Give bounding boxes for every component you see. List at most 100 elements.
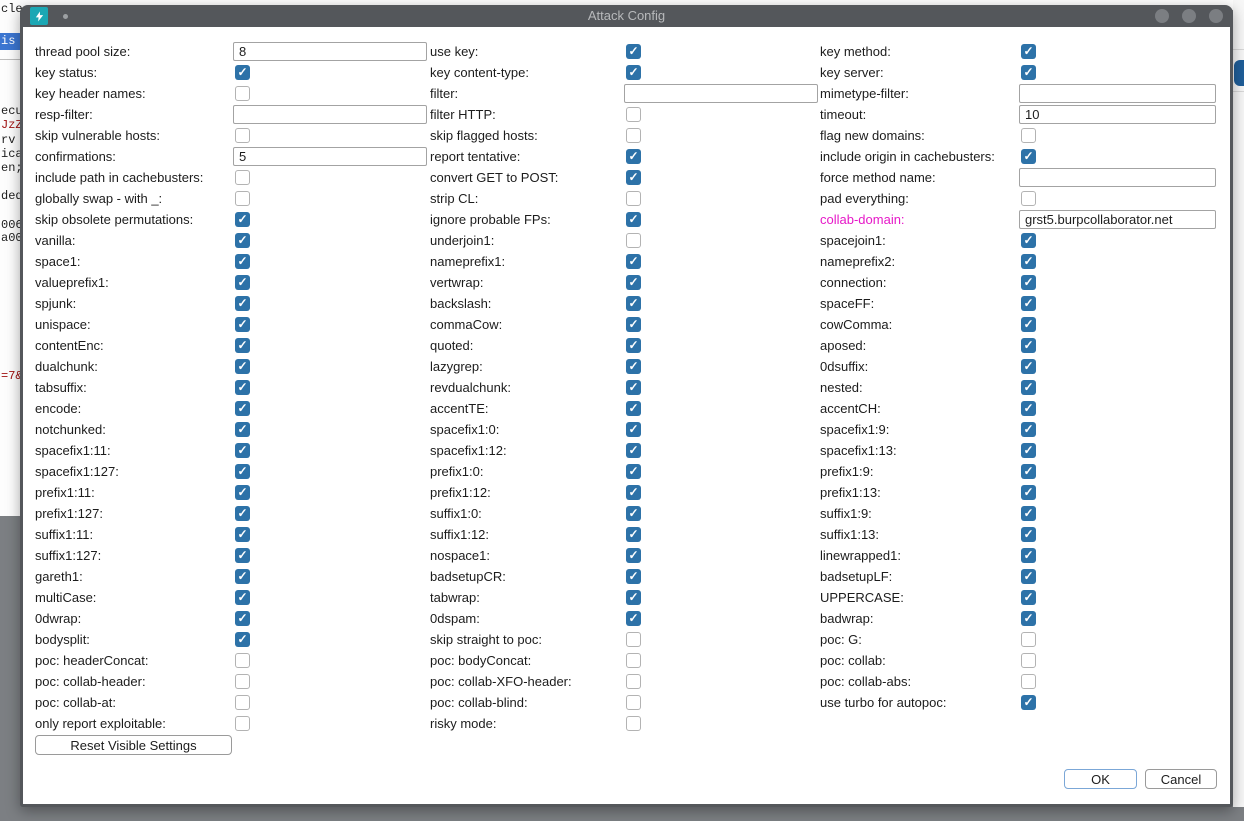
checkbox-0dspam[interactable]: ✓ [626,611,641,626]
checkbox-suffix1-11[interactable]: ✓ [235,527,250,542]
checkbox-poc-collab[interactable] [1021,653,1036,668]
checkbox-key-status[interactable]: ✓ [235,65,250,80]
checkbox-tabsuffix[interactable]: ✓ [235,380,250,395]
input-confirmations[interactable] [233,147,427,166]
checkbox-spacefix1-12[interactable]: ✓ [626,443,641,458]
reset-visible-settings-button[interactable]: Reset Visible Settings [35,735,232,755]
checkbox-spacefix1-127[interactable]: ✓ [235,464,250,479]
checkbox-nested[interactable]: ✓ [1021,380,1036,395]
checkbox-spaceff[interactable]: ✓ [1021,296,1036,311]
checkbox-prefix1-9[interactable]: ✓ [1021,464,1036,479]
checkbox-contentenc[interactable]: ✓ [235,338,250,353]
checkbox-suffix1-13[interactable]: ✓ [1021,527,1036,542]
checkbox-prefix1-11[interactable]: ✓ [235,485,250,500]
checkbox-cowcomma[interactable]: ✓ [1021,317,1036,332]
checkbox-skip-flagged-hosts[interactable] [626,128,641,143]
checkbox-use-turbo-for-autopoc[interactable]: ✓ [1021,695,1036,710]
checkbox-connection[interactable]: ✓ [1021,275,1036,290]
input-resp-filter[interactable] [233,105,427,124]
checkbox-0dsuffix[interactable]: ✓ [1021,359,1036,374]
checkbox-unispace[interactable]: ✓ [235,317,250,332]
checkbox-poc-collab-blind[interactable] [626,695,641,710]
checkbox-poc-collab-xfo-header[interactable] [626,674,641,689]
checkbox-linewrapped1[interactable]: ✓ [1021,548,1036,563]
checkbox-tabwrap[interactable]: ✓ [626,590,641,605]
checkbox-suffix1-12[interactable]: ✓ [626,527,641,542]
ok-button[interactable]: OK [1064,769,1137,789]
checkbox-risky-mode[interactable] [626,716,641,731]
checkbox-spjunk[interactable]: ✓ [235,296,250,311]
input-thread-pool-size[interactable] [233,42,427,61]
dialog-titlebar[interactable]: Attack Config [20,5,1233,27]
checkbox-poc-g[interactable] [1021,632,1036,647]
checkbox-strip-cl[interactable] [626,191,641,206]
input-filter[interactable] [624,84,818,103]
input-mimetype-filter[interactable] [1019,84,1216,103]
checkbox-poc-collab-abs[interactable] [1021,674,1036,689]
checkbox-key-header-names[interactable] [235,86,250,101]
checkbox-report-tentative[interactable]: ✓ [626,149,641,164]
checkbox-encode[interactable]: ✓ [235,401,250,416]
checkbox-poc-bodyconcat[interactable] [626,653,641,668]
checkbox-underjoin1[interactable] [626,233,641,248]
cancel-button[interactable]: Cancel [1145,769,1217,789]
checkbox-vertwrap[interactable]: ✓ [626,275,641,290]
checkbox-key-server[interactable]: ✓ [1021,65,1036,80]
checkbox-include-path-in-cachebusters[interactable] [235,170,250,185]
checkbox-valueprefix1[interactable]: ✓ [235,275,250,290]
checkbox-dualchunk[interactable]: ✓ [235,359,250,374]
checkbox-key-content-type[interactable]: ✓ [626,65,641,80]
checkbox-multicase[interactable]: ✓ [235,590,250,605]
checkbox-suffix1-127[interactable]: ✓ [235,548,250,563]
window-close-button[interactable] [1209,9,1223,23]
checkbox-nameprefix1[interactable]: ✓ [626,254,641,269]
checkbox-prefix1-12[interactable]: ✓ [626,485,641,500]
checkbox-backslash[interactable]: ✓ [626,296,641,311]
input-force-method-name[interactable] [1019,168,1216,187]
checkbox-badsetupcr[interactable]: ✓ [626,569,641,584]
checkbox-spacefix1-9[interactable]: ✓ [1021,422,1036,437]
checkbox-commacow[interactable]: ✓ [626,317,641,332]
checkbox-prefix1-13[interactable]: ✓ [1021,485,1036,500]
checkbox-filter-http[interactable] [626,107,641,122]
checkbox-uppercase[interactable]: ✓ [1021,590,1036,605]
checkbox-skip-obsolete-permutations[interactable]: ✓ [235,212,250,227]
checkbox-include-origin-in-cachebusters[interactable]: ✓ [1021,149,1036,164]
checkbox-nameprefix2[interactable]: ✓ [1021,254,1036,269]
checkbox-bodysplit[interactable]: ✓ [235,632,250,647]
window-maximize-button[interactable] [1182,9,1196,23]
checkbox-key-method[interactable]: ✓ [1021,44,1036,59]
checkbox-badsetuplf[interactable]: ✓ [1021,569,1036,584]
checkbox-prefix1-127[interactable]: ✓ [235,506,250,521]
checkbox-gareth1[interactable]: ✓ [235,569,250,584]
checkbox-spacefix1-13[interactable]: ✓ [1021,443,1036,458]
checkbox-vanilla[interactable]: ✓ [235,233,250,248]
checkbox-suffix1-0[interactable]: ✓ [626,506,641,521]
checkbox-skip-straight-to-poc[interactable] [626,632,641,647]
checkbox-spacejoin1[interactable]: ✓ [1021,233,1036,248]
input-collab-domain[interactable] [1019,210,1216,229]
checkbox-space1[interactable]: ✓ [235,254,250,269]
checkbox-poc-headerconcat[interactable] [235,653,250,668]
checkbox-ignore-probable-fps[interactable]: ✓ [626,212,641,227]
window-minimize-button[interactable] [1155,9,1169,23]
checkbox-spacefix1-0[interactable]: ✓ [626,422,641,437]
checkbox-badwrap[interactable]: ✓ [1021,611,1036,626]
checkbox-accentte[interactable]: ✓ [626,401,641,416]
checkbox-poc-collab-header[interactable] [235,674,250,689]
checkbox-only-report-exploitable[interactable] [235,716,250,731]
checkbox-suffix1-9[interactable]: ✓ [1021,506,1036,521]
checkbox-pad-everything[interactable] [1021,191,1036,206]
checkbox-lazygrep[interactable]: ✓ [626,359,641,374]
checkbox-0dwrap[interactable]: ✓ [235,611,250,626]
checkbox-nospace1[interactable]: ✓ [626,548,641,563]
checkbox-revdualchunk[interactable]: ✓ [626,380,641,395]
checkbox-flag-new-domains[interactable] [1021,128,1036,143]
input-timeout[interactable] [1019,105,1216,124]
checkbox-convert-get-to-post[interactable]: ✓ [626,170,641,185]
checkbox-quoted[interactable]: ✓ [626,338,641,353]
checkbox-spacefix1-11[interactable]: ✓ [235,443,250,458]
checkbox-aposed[interactable]: ✓ [1021,338,1036,353]
checkbox-poc-collab-at[interactable] [235,695,250,710]
checkbox-accentch[interactable]: ✓ [1021,401,1036,416]
